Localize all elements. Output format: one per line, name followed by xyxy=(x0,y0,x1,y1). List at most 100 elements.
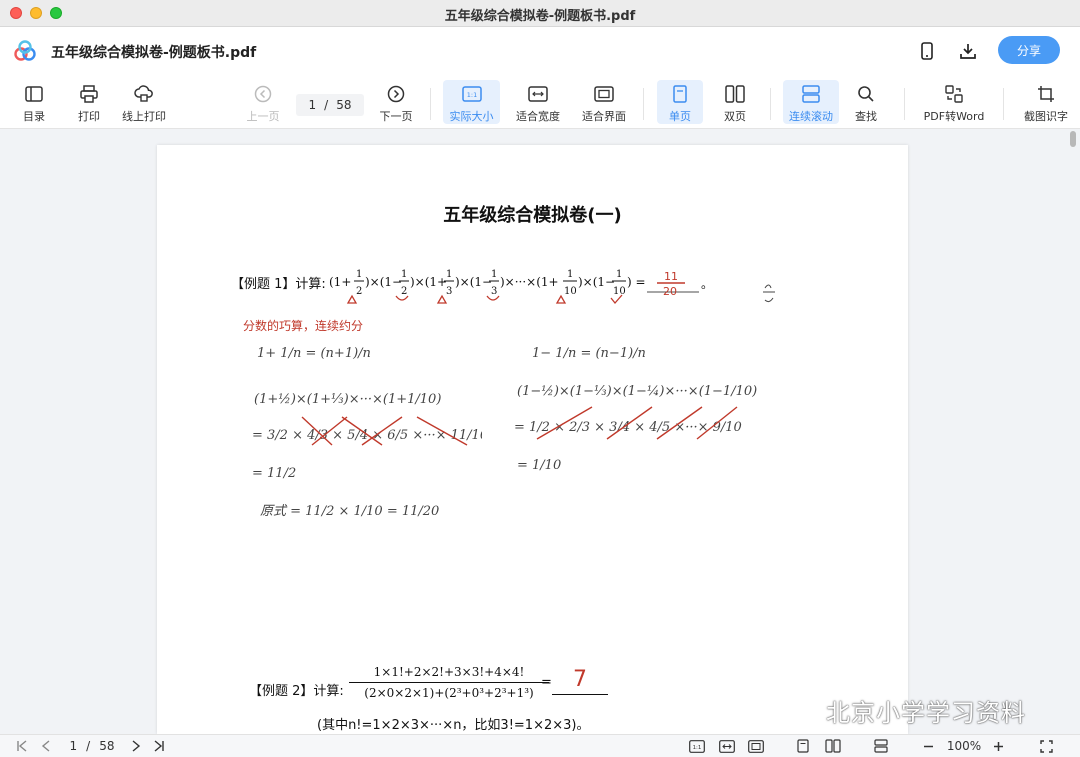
screenshot-ocr-label: 截图识字 xyxy=(1024,110,1068,123)
next-page-label: 下一页 xyxy=(379,110,413,123)
svg-text:2: 2 xyxy=(356,286,362,297)
fit-window-button[interactable]: 适合界面 xyxy=(578,80,630,124)
last-page-button[interactable] xyxy=(150,738,168,754)
share-button[interactable]: 分享 xyxy=(998,36,1060,64)
example1-expression: (1+12)×(1− 12)×(1+ 13)×(1− 13)×···×(1+ 1… xyxy=(329,269,713,305)
status-bar: 1 / 58 1:1 100% xyxy=(0,734,1080,757)
fit-width-icon xyxy=(719,739,735,753)
fit-width-icon xyxy=(528,86,548,102)
double-page-icon xyxy=(725,85,745,103)
toolbar-divider xyxy=(430,88,431,120)
vertical-scrollbar[interactable] xyxy=(1070,131,1076,147)
pdf-page: 五年级综合模拟卷(一) 【例题 1】计算: (1+ 1 2)×(1− 1 2)×(1+… xyxy=(157,145,908,734)
fit-width-label: 适合宽度 xyxy=(516,110,560,123)
svg-text:11: 11 xyxy=(664,270,678,283)
svg-text:)×(1−: )×(1− xyxy=(455,275,492,289)
total-pages: 58 xyxy=(336,98,352,112)
prev-page-status-button[interactable] xyxy=(38,738,54,754)
download-button[interactable] xyxy=(957,40,979,62)
svg-text:。: 。 xyxy=(701,277,713,291)
double-page-label: 双页 xyxy=(724,110,746,123)
contents-button[interactable]: 目录 xyxy=(16,80,52,124)
continuous-scroll-icon xyxy=(802,85,820,103)
svg-text:(1−½)×(1−⅓)×(1−¼)×···×(1−1/10): (1−½)×(1−⅓)×(1−¼)×···×(1−1/10) xyxy=(517,384,757,399)
page-number-input[interactable]: 1 / 58 xyxy=(296,94,364,116)
zoom-out-button[interactable] xyxy=(920,738,936,754)
document-heading: 五年级综合模拟卷(一) xyxy=(443,205,622,226)
print-button[interactable]: 打印 xyxy=(71,80,107,124)
example1-label: 【例题 1】计算: xyxy=(231,277,326,292)
wechat-icon xyxy=(780,697,819,725)
status-fit-window-button[interactable] xyxy=(747,738,765,754)
status-single-page-button[interactable] xyxy=(795,738,811,754)
first-page-button[interactable] xyxy=(14,738,30,754)
status-page-indicator: 1 / 58 xyxy=(62,738,122,754)
fit-window-icon xyxy=(594,86,614,102)
svg-text:1: 1 xyxy=(401,269,407,280)
svg-text:2: 2 xyxy=(401,286,407,297)
prev-page-label: 上一页 xyxy=(246,110,280,123)
svg-text:(1+½)×(1+⅓)×···×(1+1/10): (1+½)×(1+⅓)×···×(1+1/10) xyxy=(254,392,441,407)
page-separator: / xyxy=(324,98,329,112)
svg-text:原式 = 11/2 × 1/10 = 11/20: 原式 = 11/2 × 1/10 = 11/20 xyxy=(260,504,439,519)
fraction-bar xyxy=(349,682,549,683)
crop-icon xyxy=(1038,86,1054,102)
status-fit-width-button[interactable] xyxy=(718,738,736,754)
window-title: 五年级综合模拟卷-例题板书.pdf xyxy=(444,9,636,24)
single-page-icon xyxy=(673,85,687,103)
svg-text:3: 3 xyxy=(446,286,452,297)
svg-text:1: 1 xyxy=(616,269,622,280)
zoom-in-button[interactable] xyxy=(990,738,1006,754)
status-continuous-scroll-button[interactable] xyxy=(872,738,890,754)
online-print-button[interactable]: 线上打印 xyxy=(118,80,170,124)
actual-size-button[interactable]: 1:1 实际大小 xyxy=(443,80,500,124)
handwritten-solution-right: 1− 1/n = (n−1)/n (1−½)×(1−⅓)×(1−¼)×···×(… xyxy=(514,346,757,473)
svg-text:)×(1+: )×(1+ xyxy=(410,275,447,289)
fit-window-label: 适合界面 xyxy=(582,110,626,123)
status-actual-size-button[interactable]: 1:1 xyxy=(688,738,706,754)
next-page-button[interactable]: 下一页 xyxy=(376,80,416,124)
fullscreen-icon xyxy=(1039,739,1053,753)
app-logo-icon xyxy=(14,40,36,61)
margin-scribble xyxy=(763,284,775,303)
single-page-icon xyxy=(797,739,809,753)
printer-icon xyxy=(80,85,98,103)
phone-icon xyxy=(921,42,933,60)
svg-text:1: 1 xyxy=(446,269,452,280)
mobile-view-button[interactable] xyxy=(916,40,938,62)
fullscreen-button[interactable] xyxy=(1037,738,1055,754)
toolbar-divider xyxy=(1003,88,1004,120)
single-page-label: 单页 xyxy=(669,110,691,123)
svg-text:20: 20 xyxy=(663,285,677,298)
toolbar-divider xyxy=(904,88,905,120)
contents-label: 目录 xyxy=(23,110,45,123)
svg-text:1: 1 xyxy=(356,269,362,280)
status-double-page-button[interactable] xyxy=(824,738,842,754)
fit-width-button[interactable]: 适合宽度 xyxy=(512,80,564,124)
minus-icon xyxy=(923,745,933,747)
chevron-right-circle-icon xyxy=(387,85,405,103)
chevron-right-icon xyxy=(132,740,141,752)
watermark: 北京小学学习资料 xyxy=(780,693,1026,728)
document-title: 五年级综合模拟卷-例题板书.pdf xyxy=(51,45,257,61)
svg-text:1+ 1/n = (n+1)/n: 1+ 1/n = (n+1)/n xyxy=(257,346,371,361)
svg-text:(1+: (1+ xyxy=(329,275,351,289)
screenshot-ocr-button[interactable]: 截图识字 xyxy=(1020,80,1072,124)
svg-text:) =: ) = xyxy=(627,275,646,289)
example2-label: 【例题 2】计算: xyxy=(249,684,344,699)
print-label: 打印 xyxy=(78,110,100,123)
svg-text:)×···×(1+: )×···×(1+ xyxy=(500,275,559,289)
svg-text:3: 3 xyxy=(491,286,497,297)
zoom-level[interactable]: 100% xyxy=(943,738,985,754)
svg-text:1− 1/n = (n−1)/n: 1− 1/n = (n−1)/n xyxy=(532,346,646,361)
double-page-button[interactable]: 双页 xyxy=(714,80,756,124)
find-button[interactable]: 查找 xyxy=(848,80,884,124)
next-page-status-button[interactable] xyxy=(128,738,144,754)
single-page-button[interactable]: 单页 xyxy=(657,80,703,124)
prev-page-button[interactable]: 上一页 xyxy=(244,80,282,124)
continuous-scroll-button[interactable]: 连续滚动 xyxy=(783,80,839,124)
current-page: 1 xyxy=(308,98,317,112)
sidebar-icon xyxy=(25,86,43,102)
continuous-scroll-icon xyxy=(874,739,888,753)
pdf-to-word-button[interactable]: PDF转Word xyxy=(920,80,988,124)
